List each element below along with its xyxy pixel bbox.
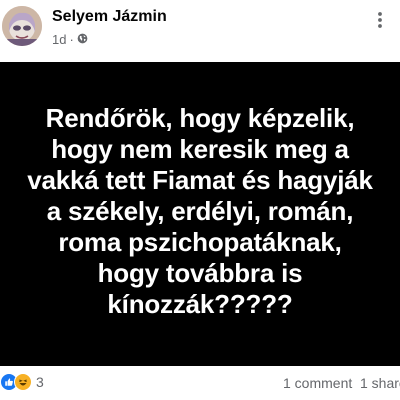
reactions-summary[interactable]: 3	[0, 373, 44, 391]
haha-icon	[14, 373, 32, 391]
post-time[interactable]: 1d	[52, 32, 66, 47]
more-dots-icon	[378, 12, 382, 28]
avatar[interactable]	[2, 6, 42, 46]
avatar-photo	[2, 6, 42, 46]
post-text-line: Rendőrök, hogy képzelik,	[45, 102, 355, 133]
post-footer: 3 1 comment 1 share	[0, 366, 400, 400]
post-meta: 1d ·	[52, 32, 88, 47]
meta-separator: ·	[69, 32, 74, 47]
globe-icon[interactable]	[77, 32, 88, 47]
comments-link[interactable]: 1 comment	[283, 375, 352, 391]
post-text-line: kínozzák?????	[107, 288, 293, 319]
post-text-line: hogy továbbra is	[97, 257, 303, 288]
facebook-post: Selyem Jázmin 1d · Rendőrök, hogy képzel…	[0, 0, 400, 400]
shares-link[interactable]: 1 share	[360, 375, 400, 391]
post-content[interactable]: Rendőrök, hogy képzelik, hogy nem keresi…	[0, 62, 400, 366]
author-name[interactable]: Selyem Jázmin	[52, 8, 167, 26]
reaction-count: 3	[36, 374, 44, 390]
post-text-line: vakká tett Fiamat és hagyják	[27, 164, 373, 195]
post-text-line: a székely, erdélyi, román,	[46, 195, 354, 226]
post-header: Selyem Jázmin 1d ·	[0, 0, 400, 62]
more-options-button[interactable]	[370, 10, 390, 30]
post-text-line: hogy nem keresik meg a	[51, 133, 349, 164]
post-text-line: roma pszichopatáknak,	[58, 226, 342, 257]
post-text: Rendőrök, hogy képzelik, hogy nem keresi…	[10, 103, 390, 320]
